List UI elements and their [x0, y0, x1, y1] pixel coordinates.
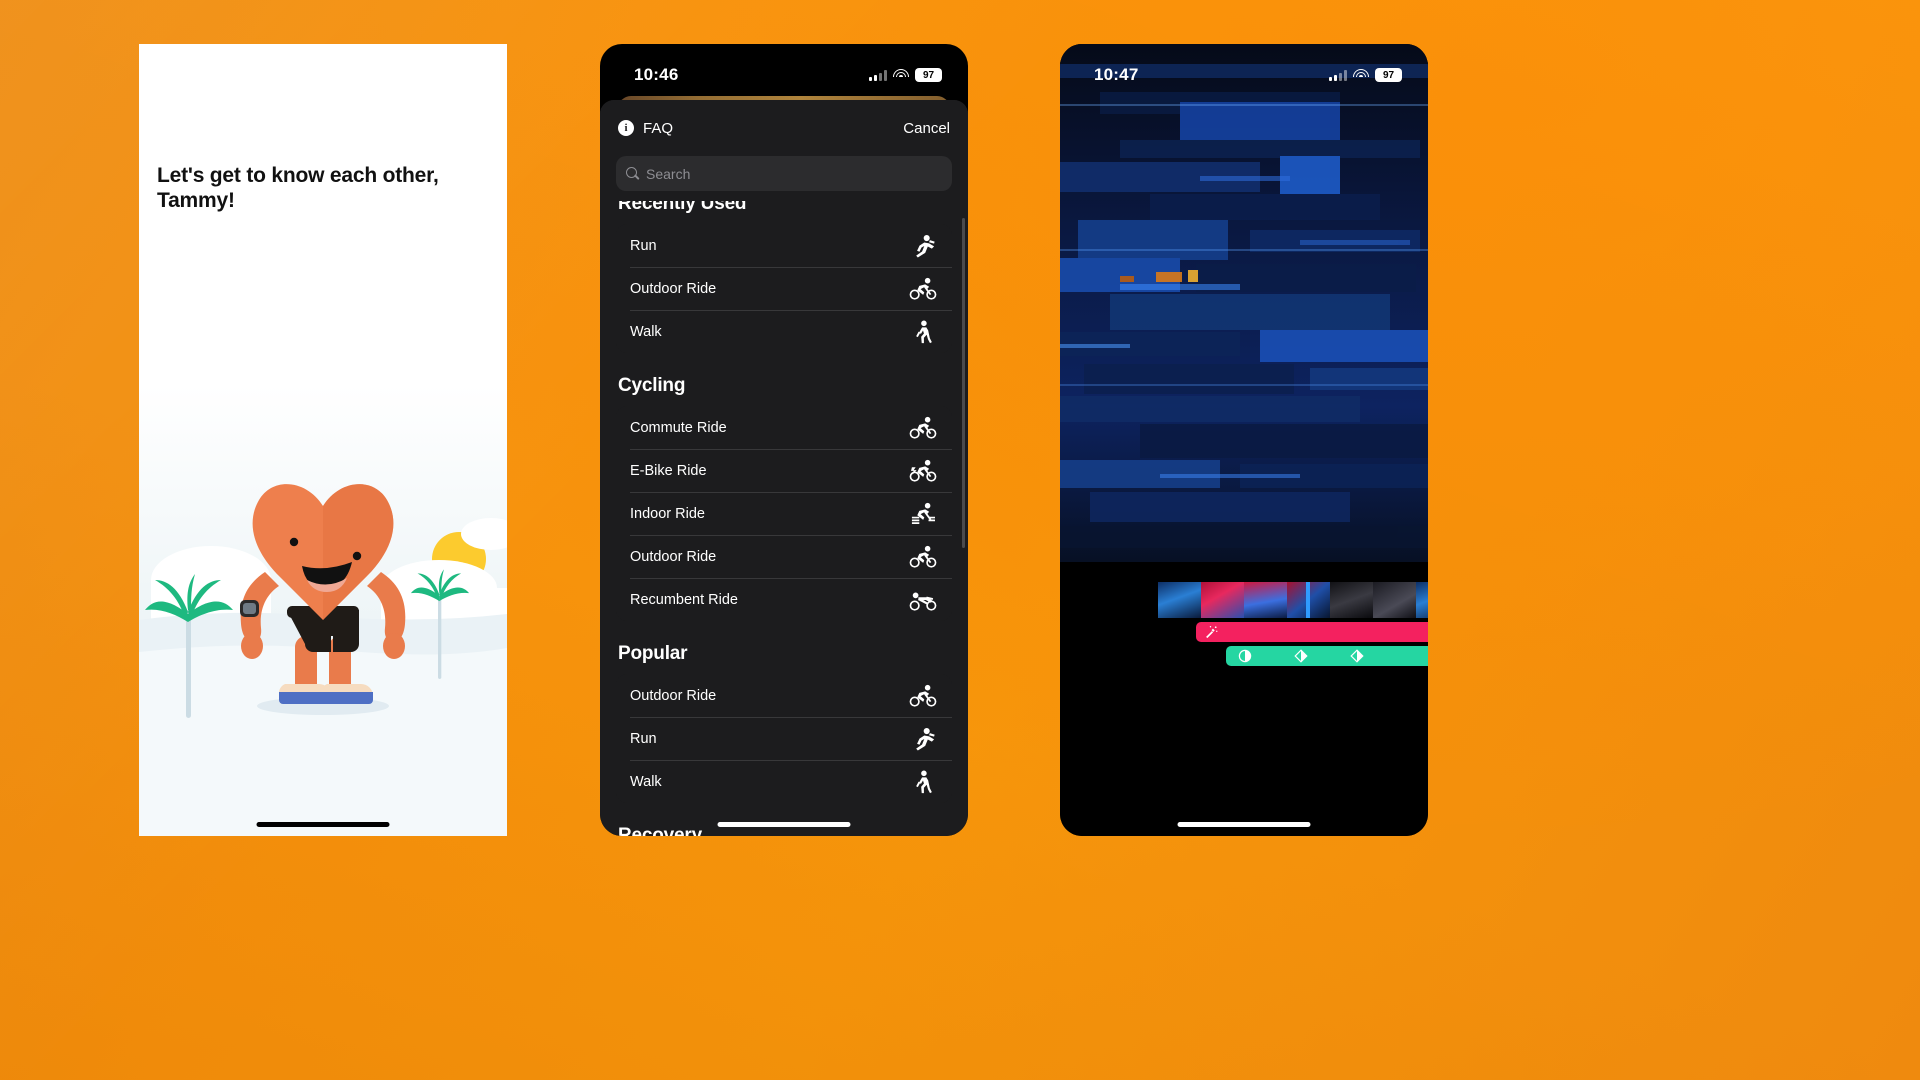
- scrollbar-thumb[interactable]: [962, 218, 965, 548]
- section-heading-recovery: Recovery: [618, 825, 702, 836]
- film-frame: [1330, 582, 1373, 618]
- search-icon: [626, 167, 639, 180]
- walking-icon: [908, 320, 938, 344]
- home-indicator: [1177, 822, 1311, 827]
- status-bar: 10:46 97: [600, 44, 968, 92]
- cyclist-icon: [908, 416, 938, 440]
- transition-dissolve-icon: [1238, 649, 1252, 663]
- cellular-signal-icon: [1329, 69, 1347, 81]
- status-time: 10:47: [1094, 65, 1139, 84]
- home-indicator: [717, 822, 851, 827]
- indoor-cycling-icon: [908, 502, 938, 526]
- list-item-label: Outdoor Ride: [630, 687, 717, 704]
- list-item[interactable]: Commute Ride: [616, 406, 952, 449]
- film-frame: [1416, 582, 1428, 618]
- phone-activity-picker: 10:46 97 i FAQ Cancel Search Recently Us…: [600, 44, 968, 836]
- section-group-popular: Outdoor Ride Run Walk: [616, 674, 952, 803]
- ebike-icon: [908, 459, 938, 483]
- section-group-cycling: Commute Ride E-Bike Ride Indoor Ride Out…: [616, 406, 952, 621]
- film-frame: [1158, 582, 1201, 618]
- transition-track[interactable]: [1226, 646, 1428, 666]
- page-title: Let's get to know each other, Tammy!: [157, 164, 439, 212]
- list-item-label: Commute Ride: [630, 419, 727, 436]
- search-input[interactable]: Search: [616, 156, 952, 191]
- list-item-label: Walk: [630, 773, 662, 790]
- promo-panel: Video Editor A fully featured editing su…: [1060, 562, 1428, 836]
- list-item[interactable]: Outdoor Ride: [616, 674, 952, 717]
- effect-track[interactable]: [1196, 622, 1428, 642]
- walking-icon: [908, 770, 938, 794]
- film-frame: [1201, 582, 1244, 618]
- list-item[interactable]: Outdoor Ride: [616, 267, 952, 310]
- running-icon: [908, 234, 938, 258]
- list-item-label: Run: [630, 730, 657, 747]
- list-item[interactable]: Recumbent Ride: [616, 578, 952, 621]
- list-item-label: Outdoor Ride: [630, 548, 717, 565]
- transition-wipe-icon: [1294, 649, 1308, 663]
- battery-badge: 97: [1375, 68, 1402, 82]
- list-item-label: E-Bike Ride: [630, 462, 707, 479]
- info-circle-icon[interactable]: i: [618, 120, 634, 136]
- glitch-video-preview: [1060, 44, 1428, 562]
- status-bar: 10:47 97: [1060, 44, 1428, 92]
- list-item[interactable]: Walk: [616, 760, 952, 803]
- sheet-title-group: i FAQ: [618, 120, 673, 137]
- sheet-title: FAQ: [643, 119, 674, 137]
- status-indicators: 97: [1329, 68, 1402, 82]
- magic-wand-icon: [1204, 625, 1218, 639]
- list-item-label: Walk: [630, 323, 662, 340]
- list-item[interactable]: Walk: [616, 310, 952, 353]
- phone-video-editor: Video Editor A fully featured editing su…: [1060, 44, 1428, 836]
- cyclist-icon: [908, 545, 938, 569]
- status-indicators: 97: [869, 68, 942, 82]
- recumbent-cyclist-icon: [908, 588, 938, 612]
- filmstrip[interactable]: [1158, 582, 1428, 618]
- faq-sheet: i FAQ Cancel Search Recently Used Run Ou…: [600, 100, 968, 836]
- film-frame: [1244, 582, 1287, 618]
- playhead-marker[interactable]: [1306, 582, 1310, 618]
- list-item-label: Recumbent Ride: [630, 591, 738, 608]
- list-item-label: Run: [630, 237, 657, 254]
- list-item[interactable]: E-Bike Ride: [616, 449, 952, 492]
- wifi-icon: [1353, 69, 1369, 81]
- list-item-label: Outdoor Ride: [630, 280, 717, 297]
- search-container: Search: [600, 156, 968, 201]
- list-item[interactable]: Outdoor Ride: [616, 535, 952, 578]
- section-heading-cycling: Cycling: [618, 375, 686, 396]
- sheet-header: i FAQ Cancel: [600, 100, 968, 156]
- transition-wipe-icon: [1350, 649, 1364, 663]
- list-item[interactable]: Run: [616, 717, 952, 760]
- battery-badge: 97: [915, 68, 942, 82]
- list-item[interactable]: Run: [616, 224, 952, 267]
- wifi-icon: [893, 69, 909, 81]
- search-placeholder: Search: [646, 165, 691, 182]
- cyclist-icon: [908, 277, 938, 301]
- section-group-recently-used: Run Outdoor Ride Walk: [616, 224, 952, 353]
- onboarding-illustration: [139, 384, 507, 836]
- cyclist-icon: [908, 684, 938, 708]
- section-heading-recently-used: Recently Used: [618, 201, 747, 214]
- list-item[interactable]: Indoor Ride: [616, 492, 952, 535]
- section-heading-popular: Popular: [618, 643, 688, 664]
- running-icon: [908, 727, 938, 751]
- cancel-button[interactable]: Cancel: [903, 120, 950, 137]
- screenshot-stage: Let's get to know each other, Tammy! 10:…: [0, 0, 1920, 1080]
- phone-onboarding: Let's get to know each other, Tammy!: [139, 44, 507, 836]
- editor-timeline[interactable]: [1158, 582, 1428, 666]
- status-time: 10:46: [634, 65, 679, 84]
- list-item-label: Indoor Ride: [630, 505, 705, 522]
- activity-list-scroll[interactable]: Recently Used Run Outdoor Ride Walk Cycl…: [600, 201, 968, 836]
- film-frame: [1373, 582, 1416, 618]
- home-indicator: [256, 822, 390, 827]
- cellular-signal-icon: [869, 69, 887, 81]
